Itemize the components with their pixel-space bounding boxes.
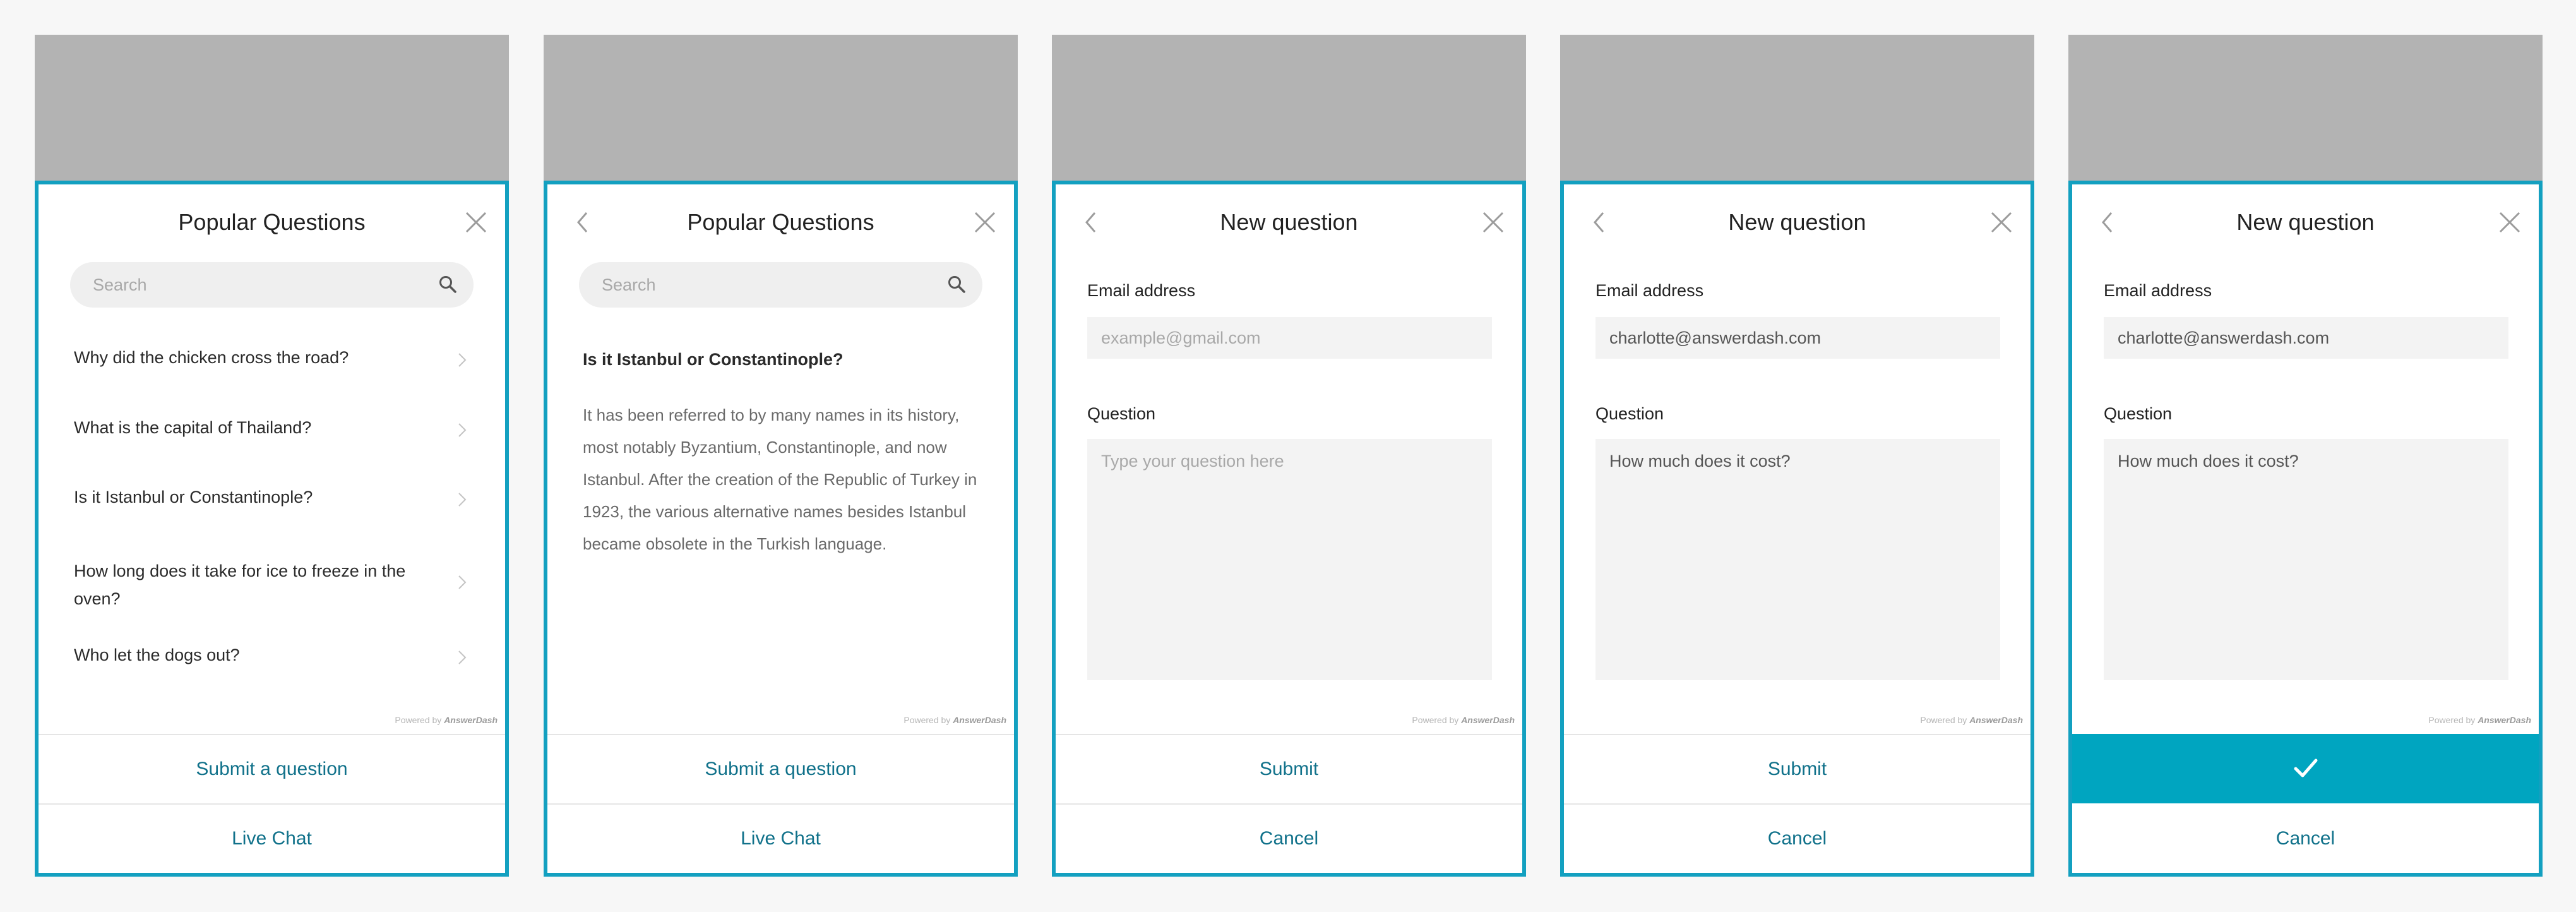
question-item[interactable]: What is the capital of Thailand? xyxy=(74,414,478,441)
question-item[interactable]: How long does it take for ice to freeze … xyxy=(74,557,478,613)
answerdash-logo: AnswerDash xyxy=(953,715,1006,725)
widget-header: New question xyxy=(1056,184,1522,260)
powered-by[interactable]: Powered by AnswerDash xyxy=(903,715,1006,725)
live-chat-button[interactable]: Live Chat xyxy=(39,805,505,873)
question-item[interactable]: Is it Istanbul or Constantinople? xyxy=(74,483,478,511)
question-item[interactable]: Who let the dogs out? xyxy=(74,641,478,669)
email-field-box xyxy=(2104,317,2508,359)
widget-title: Popular Questions xyxy=(687,209,874,235)
question-text: How long does it take for ice to freeze … xyxy=(74,561,406,608)
panel-article: Popular Questions Is it Istanbul or Cons… xyxy=(544,35,1018,877)
question-field[interactable] xyxy=(1087,439,1492,680)
chevron-right-icon xyxy=(458,575,467,589)
close-icon[interactable] xyxy=(1482,211,1505,234)
close-icon[interactable] xyxy=(1990,211,2013,234)
email-field-box xyxy=(1595,317,2000,359)
search-input[interactable] xyxy=(93,262,434,308)
article-body: It has been referred to by many names in… xyxy=(583,405,977,553)
widget-header: Popular Questions xyxy=(547,184,1014,260)
question-text: Is it Istanbul or Constantinople? xyxy=(74,488,313,507)
answerdash-logo: AnswerDash xyxy=(444,715,498,725)
powered-by[interactable]: Powered by AnswerDash xyxy=(1412,715,1515,725)
question-label: Question xyxy=(2104,404,2173,423)
page-backdrop xyxy=(35,35,509,181)
page-backdrop xyxy=(1560,35,2034,181)
help-widget: Popular Questions Is it Istanbul or Cons… xyxy=(544,181,1018,877)
email-field[interactable] xyxy=(1595,317,2000,359)
email-label: Email address xyxy=(2104,281,2212,300)
widget-title: New question xyxy=(1728,209,1866,235)
page-backdrop xyxy=(2068,35,2543,181)
search-input[interactable] xyxy=(602,262,943,308)
submit-button[interactable]: Submit xyxy=(1056,735,1522,803)
help-widget: New question Email address Question Powe… xyxy=(1052,181,1526,877)
widget-title: Popular Questions xyxy=(178,209,366,235)
answerdash-logo: AnswerDash xyxy=(1461,715,1515,725)
widget-header: New question xyxy=(1564,184,2030,260)
email-field[interactable] xyxy=(2104,317,2508,359)
question-item[interactable]: Why did the chicken cross the road? xyxy=(74,344,478,371)
powered-by[interactable]: Powered by AnswerDash xyxy=(395,715,498,725)
answerdash-logo: AnswerDash xyxy=(2478,715,2531,725)
close-icon[interactable] xyxy=(465,211,487,234)
widget-title: New question xyxy=(1220,209,1358,235)
email-label: Email address xyxy=(1595,281,1704,300)
email-field-box xyxy=(1087,317,1492,359)
help-widget: New question Email address Question How … xyxy=(1560,181,2034,877)
checkmark-icon xyxy=(2294,759,2317,777)
help-widget: Popular Questions Why did the chicken cr… xyxy=(35,181,509,877)
question-field-box xyxy=(1087,439,1492,680)
submit-question-button[interactable]: Submit a question xyxy=(39,735,505,803)
question-label: Question xyxy=(1595,404,1664,423)
widget-title: New question xyxy=(2236,209,2375,235)
question-field[interactable]: How much does it cost? xyxy=(2104,439,2508,680)
submit-button[interactable]: Submit xyxy=(1564,735,2030,803)
email-field[interactable] xyxy=(1087,317,1492,359)
question-field[interactable]: How much does it cost? xyxy=(1595,439,2000,680)
email-label: Email address xyxy=(1087,281,1196,300)
article-title: Is it Istanbul or Constantinople? xyxy=(583,350,844,369)
powered-by[interactable]: Powered by AnswerDash xyxy=(1920,715,2023,725)
panel-new-question-filled: New question Email address Question How … xyxy=(1560,35,2034,877)
question-field-box: How much does it cost? xyxy=(2104,439,2508,680)
widget-header: New question xyxy=(2072,184,2539,260)
answerdash-logo: AnswerDash xyxy=(1969,715,2023,725)
page-backdrop xyxy=(1052,35,1526,181)
search-box xyxy=(70,262,474,308)
submit-success-button[interactable] xyxy=(2072,734,2539,803)
chevron-right-icon xyxy=(458,651,467,664)
cancel-button[interactable]: Cancel xyxy=(2072,805,2539,873)
widget-header: Popular Questions xyxy=(39,184,505,260)
close-icon[interactable] xyxy=(2498,211,2521,234)
search-box xyxy=(579,262,982,308)
search-icon[interactable] xyxy=(947,275,966,294)
chevron-right-icon xyxy=(458,353,467,367)
question-text: Why did the chicken cross the road? xyxy=(74,348,349,367)
cancel-button[interactable]: Cancel xyxy=(1564,805,2030,873)
question-text: What is the capital of Thailand? xyxy=(74,418,312,437)
question-field-box: How much does it cost? xyxy=(1595,439,2000,680)
chevron-right-icon xyxy=(458,493,467,507)
page-backdrop xyxy=(544,35,1018,181)
question-label: Question xyxy=(1087,404,1156,423)
live-chat-button[interactable]: Live Chat xyxy=(547,805,1014,873)
close-icon[interactable] xyxy=(974,211,996,234)
panel-new-question-empty: New question Email address Question Powe… xyxy=(1052,35,1526,877)
search-icon[interactable] xyxy=(438,275,457,294)
help-widget: New question Email address Question How … xyxy=(2068,181,2543,877)
submit-question-button[interactable]: Submit a question xyxy=(547,735,1014,803)
chevron-right-icon xyxy=(458,423,467,437)
question-text: Who let the dogs out? xyxy=(74,645,240,664)
panel-new-question-submitted: New question Email address Question How … xyxy=(2068,35,2543,877)
cancel-button[interactable]: Cancel xyxy=(1056,805,1522,873)
panel-popular-questions: Popular Questions Why did the chicken cr… xyxy=(35,35,509,877)
powered-by[interactable]: Powered by AnswerDash xyxy=(2428,715,2531,725)
